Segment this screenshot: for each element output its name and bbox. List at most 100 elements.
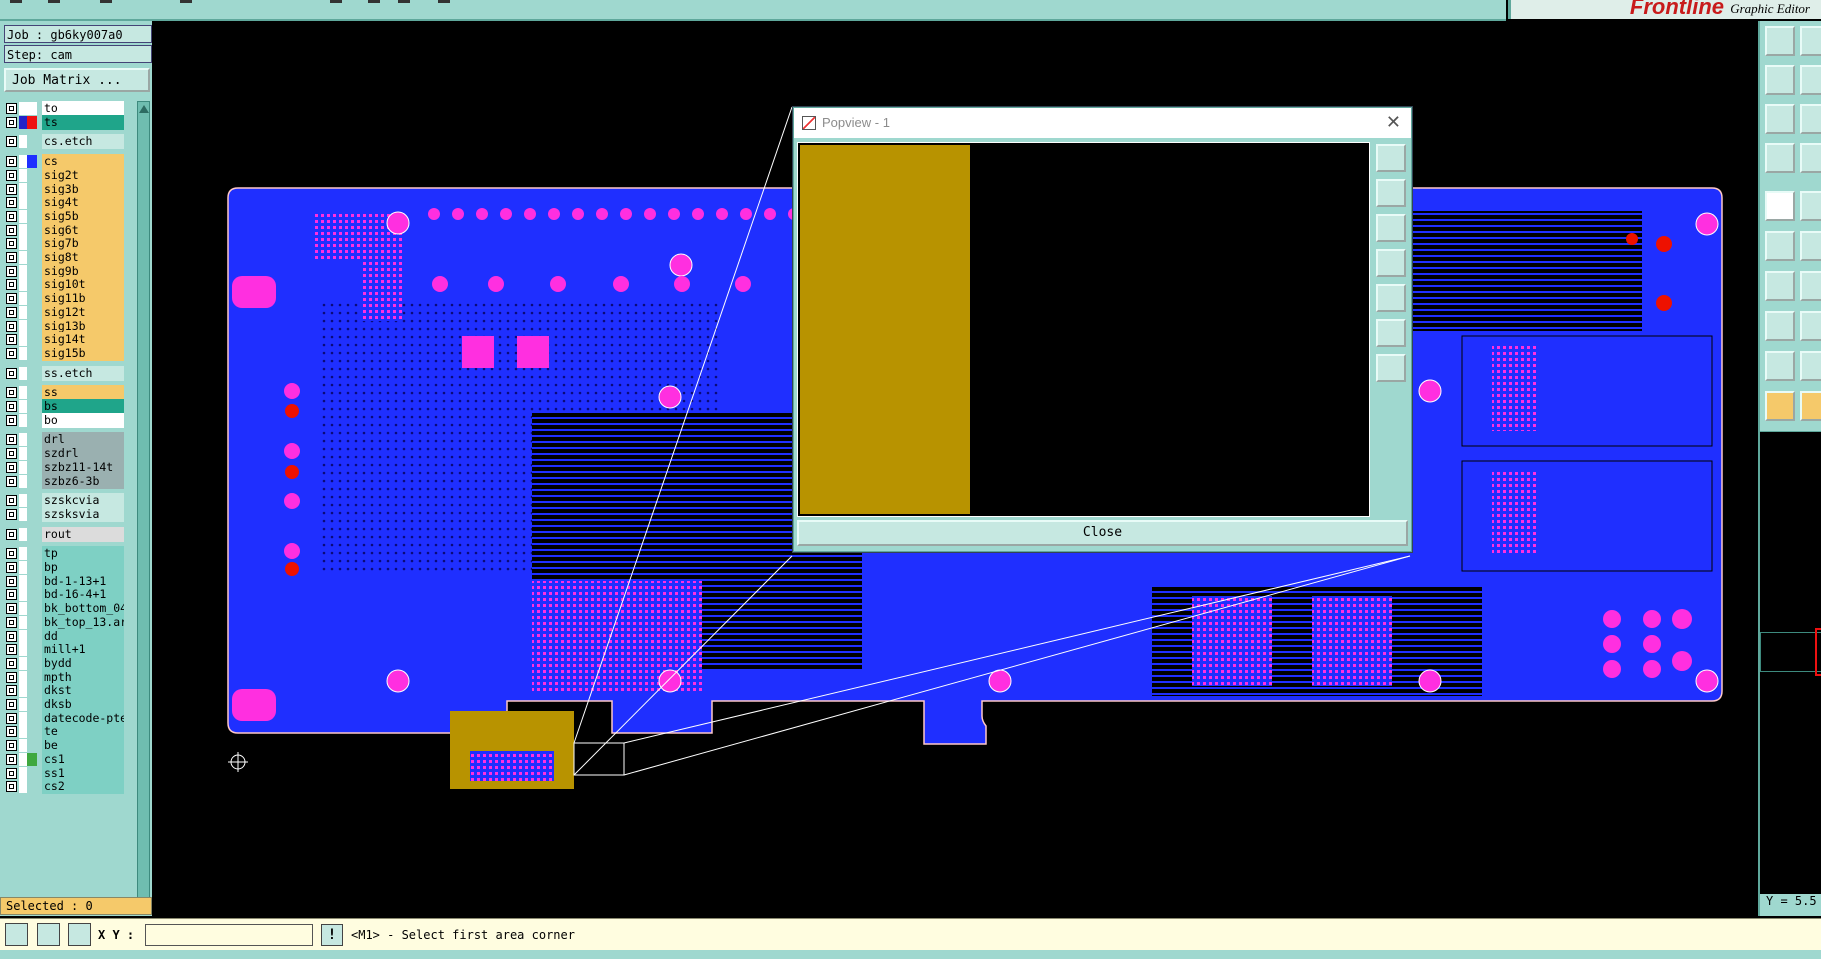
tool-button-top[interactable] xyxy=(1765,26,1795,56)
tool-button[interactable] xyxy=(1800,231,1821,261)
popview-zoom-in-button[interactable] xyxy=(1376,179,1406,207)
layer-color-swatch[interactable] xyxy=(19,346,37,360)
layer-color-swatch[interactable] xyxy=(19,766,37,780)
layer-checkbox[interactable] xyxy=(6,156,17,168)
layer-color-swatch[interactable] xyxy=(19,223,37,237)
layer-checkbox[interactable] xyxy=(6,334,17,346)
layer-checkbox[interactable] xyxy=(6,630,17,642)
layer-color-swatch[interactable] xyxy=(19,507,37,521)
layer-color-swatch[interactable] xyxy=(19,413,37,427)
popview-fit-button[interactable] xyxy=(1376,319,1406,347)
layer-checkbox[interactable] xyxy=(6,644,17,656)
layer-color-swatch[interactable] xyxy=(19,656,37,670)
layer-checkbox[interactable] xyxy=(6,279,17,291)
popview-canvas[interactable] xyxy=(797,142,1370,517)
layer-checkbox[interactable] xyxy=(6,210,17,222)
layer-name[interactable]: rout xyxy=(42,526,124,542)
layer-row[interactable]: cs.etch xyxy=(4,134,124,150)
layer-color-swatch[interactable] xyxy=(19,447,37,461)
menu-item-stub[interactable] xyxy=(100,0,112,3)
exclamation-button[interactable]: ! xyxy=(321,924,343,946)
layer-checkbox[interactable] xyxy=(6,136,17,148)
layer-color-swatch[interactable] xyxy=(19,115,37,129)
layer-color-swatch[interactable] xyxy=(19,494,37,508)
popview-center-button[interactable] xyxy=(1376,354,1406,382)
menu-item-stub[interactable] xyxy=(180,0,192,3)
tool-button-measure[interactable] xyxy=(1765,143,1795,173)
popview-close-button[interactable]: Close xyxy=(797,520,1408,546)
layer-name[interactable]: cs2 xyxy=(42,779,124,795)
menu-item-stub[interactable] xyxy=(10,0,22,3)
angle-icon[interactable] xyxy=(37,923,60,946)
job-matrix-button[interactable]: Job Matrix ... xyxy=(4,68,150,92)
layer-checkbox[interactable] xyxy=(6,448,17,460)
layer-checkbox[interactable] xyxy=(6,767,17,779)
layer-checkbox[interactable] xyxy=(6,548,17,560)
layer-color-swatch[interactable] xyxy=(19,168,37,182)
layer-color-swatch[interactable] xyxy=(19,725,37,739)
mini-map-viewport[interactable] xyxy=(1760,632,1821,672)
layer-checkbox[interactable] xyxy=(6,616,17,628)
layer-color-swatch[interactable] xyxy=(19,209,37,223)
layer-name[interactable]: bo xyxy=(42,412,124,428)
layer-checkbox[interactable] xyxy=(6,712,17,724)
layer-checkbox[interactable] xyxy=(6,461,17,473)
layer-name[interactable]: szsksvia xyxy=(42,506,124,522)
layer-color-swatch[interactable] xyxy=(19,615,37,629)
layer-color-swatch[interactable] xyxy=(19,711,37,725)
layer-checkbox[interactable] xyxy=(6,238,17,250)
layer-color-swatch[interactable] xyxy=(19,386,37,400)
layer-checkbox[interactable] xyxy=(6,685,17,697)
layer-checkbox[interactable] xyxy=(6,671,17,683)
close-icon[interactable]: ✕ xyxy=(1386,112,1401,133)
tool-button[interactable] xyxy=(1800,271,1821,301)
layer-color-swatch[interactable] xyxy=(19,305,37,319)
layer-checkbox[interactable] xyxy=(6,589,17,601)
layer-checkbox[interactable] xyxy=(6,306,17,318)
tool-button-nodes[interactable] xyxy=(1765,231,1795,261)
layer-color-swatch[interactable] xyxy=(19,547,37,561)
grid-icon[interactable] xyxy=(68,923,91,946)
layer-color-swatch[interactable] xyxy=(19,752,37,766)
layer-color-swatch[interactable] xyxy=(19,574,37,588)
layer-color-swatch[interactable] xyxy=(19,182,37,196)
layer-color-swatch[interactable] xyxy=(19,400,37,413)
layer-checkbox[interactable] xyxy=(6,103,17,114)
layer-row[interactable]: rout xyxy=(4,526,124,542)
snap-icon[interactable] xyxy=(5,923,28,946)
layer-checkbox[interactable] xyxy=(6,753,17,765)
layer-color-swatch[interactable] xyxy=(19,155,37,169)
tool-button-zoom-fit[interactable] xyxy=(1765,104,1795,134)
layer-color-swatch[interactable] xyxy=(19,474,37,488)
layer-checkbox[interactable] xyxy=(6,657,17,669)
menu-item-stub[interactable] xyxy=(48,0,60,3)
menu-item-stub[interactable] xyxy=(398,0,410,3)
tool-button[interactable] xyxy=(1800,143,1821,173)
layer-color-swatch[interactable] xyxy=(19,366,37,380)
mini-map[interactable] xyxy=(1760,431,1821,894)
xy-input[interactable] xyxy=(145,924,313,946)
layer-checkbox[interactable] xyxy=(6,401,17,412)
layer-row[interactable]: ts xyxy=(4,114,124,130)
layer-color-swatch[interactable] xyxy=(19,135,37,149)
layer-checkbox[interactable] xyxy=(6,367,17,379)
layer-checkbox[interactable] xyxy=(6,293,17,305)
layer-color-swatch[interactable] xyxy=(19,264,37,278)
layer-row[interactable]: szsksvia xyxy=(4,506,124,522)
layer-name[interactable]: szbz6-3b xyxy=(42,473,124,489)
layer-checkbox[interactable] xyxy=(6,508,17,520)
layer-checkbox[interactable] xyxy=(6,740,17,752)
layer-color-swatch[interactable] xyxy=(19,251,37,264)
tool-button-angle[interactable] xyxy=(1765,271,1795,301)
layer-checkbox[interactable] xyxy=(6,781,17,793)
layer-checkbox[interactable] xyxy=(6,562,17,573)
layer-checkbox[interactable] xyxy=(6,528,17,540)
tool-button[interactable] xyxy=(1800,65,1821,95)
tool-button-top[interactable] xyxy=(1800,26,1821,56)
layer-color-swatch[interactable] xyxy=(19,196,37,210)
layer-checkbox[interactable] xyxy=(6,116,17,128)
popview-title-bar[interactable]: Popview - 1 ✕ xyxy=(794,108,1411,138)
menu-item-stub[interactable] xyxy=(330,0,342,3)
layer-checkbox[interactable] xyxy=(6,169,17,181)
layer-color-swatch[interactable] xyxy=(19,684,37,698)
